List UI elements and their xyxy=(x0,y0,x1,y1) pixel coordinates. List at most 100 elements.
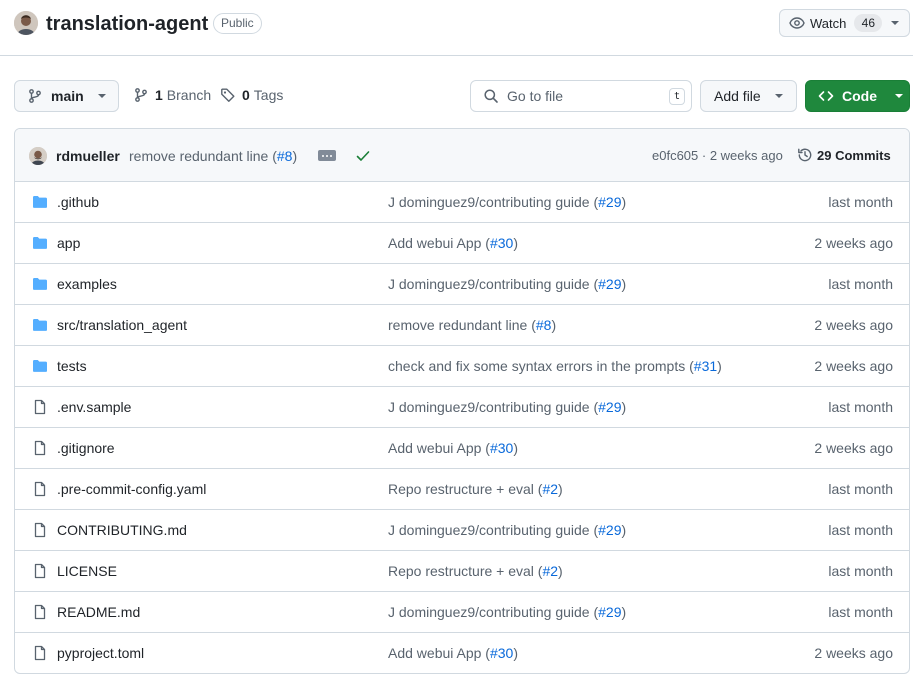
file-name-link[interactable]: tests xyxy=(57,358,87,374)
tags-link[interactable]: 0 Tags xyxy=(220,87,283,103)
file-commit-end: ) xyxy=(551,317,557,333)
file-row[interactable]: CONTRIBUTING.md J dominguez9/contributing… xyxy=(15,510,909,551)
file-commit-date: last month xyxy=(828,399,893,415)
file-commit-end: ) xyxy=(513,440,518,456)
pr-link[interactable]: #2 xyxy=(542,563,558,579)
tag-icon xyxy=(221,88,235,102)
file-icon xyxy=(31,481,49,497)
code-button[interactable]: Code xyxy=(805,80,910,112)
file-commit-text: Repo restructure + eval ( xyxy=(388,563,543,579)
file-commit-message[interactable]: Add webui App (#30) xyxy=(388,235,518,251)
add-file-button[interactable]: Add file xyxy=(700,80,797,112)
file-name-link[interactable]: .pre-commit-config.yaml xyxy=(57,481,206,497)
file-commit-message[interactable]: Add webui App (#30) xyxy=(388,440,518,456)
file-name-link[interactable]: app xyxy=(57,235,80,251)
file-commit-text: remove redundant line ( xyxy=(388,317,536,333)
folder-icon xyxy=(31,276,49,292)
watch-label: Watch xyxy=(810,15,847,31)
repo-name[interactable]: translation-agent xyxy=(46,10,208,38)
file-commit-text: check and fix some syntax errors in the … xyxy=(388,358,694,374)
repo-header: translation-agent Public Watch 46 xyxy=(0,0,913,56)
folder-icon xyxy=(31,317,49,333)
file-icon xyxy=(31,604,49,620)
branches-link[interactable]: 1 Branch xyxy=(133,87,211,103)
code-icon xyxy=(818,91,834,101)
file-name-link[interactable]: examples xyxy=(57,276,117,292)
pr-link[interactable]: #8 xyxy=(277,148,293,164)
commit-message-end: ) xyxy=(292,148,298,164)
file-commit-message[interactable]: Add webui App (#30) xyxy=(388,645,518,661)
file-commit-end: ) xyxy=(621,276,627,292)
file-row[interactable]: app Add webui App (#30) 2 weeks ago xyxy=(15,223,909,264)
expand-commit-button[interactable] xyxy=(318,150,336,161)
file-name-link[interactable]: .github xyxy=(57,194,99,210)
branches-count: 1 xyxy=(155,87,163,103)
file-commit-date: 2 weeks ago xyxy=(814,317,893,333)
file-name-link[interactable]: pyproject.toml xyxy=(57,645,144,661)
pr-link[interactable]: #29 xyxy=(598,604,621,620)
pr-link[interactable]: #29 xyxy=(598,522,621,538)
pr-link[interactable]: #29 xyxy=(598,194,621,210)
add-file-label: Add file xyxy=(714,88,761,104)
file-commit-message[interactable]: J dominguez9/contributing guide (#29) xyxy=(388,276,626,292)
file-commit-message[interactable]: check and fix some syntax errors in the … xyxy=(388,358,722,374)
check-icon[interactable] xyxy=(355,148,371,164)
pr-link[interactable]: #31 xyxy=(694,358,717,374)
commits-count-label: 29 Commits xyxy=(817,147,891,163)
history-icon xyxy=(798,148,812,162)
file-commit-message[interactable]: J dominguez9/contributing guide (#29) xyxy=(388,399,626,415)
file-commit-text: Add webui App ( xyxy=(388,235,490,251)
owner-avatar[interactable] xyxy=(14,11,38,35)
pr-link[interactable]: #29 xyxy=(598,399,621,415)
file-name-link[interactable]: src/translation_agent xyxy=(57,317,187,333)
file-row[interactable]: .gitignore Add webui App (#30) 2 weeks ago xyxy=(15,428,909,469)
file-row[interactable]: .github J dominguez9/contributing guide (… xyxy=(15,182,909,223)
file-row[interactable]: .env.sample J dominguez9/contributing gui… xyxy=(15,387,909,428)
file-commit-message[interactable]: J dominguez9/contributing guide (#29) xyxy=(388,522,626,538)
file-commit-text: J dominguez9/contributing guide ( xyxy=(388,399,599,415)
file-row[interactable]: pyproject.toml Add webui App (#30) 2 weeks… xyxy=(15,633,909,673)
file-row[interactable]: examples J dominguez9/contributing guide … xyxy=(15,264,909,305)
pr-link[interactable]: #8 xyxy=(536,317,552,333)
search-input[interactable] xyxy=(507,88,657,104)
file-commit-message[interactable]: J dominguez9/contributing guide (#29) xyxy=(388,194,626,210)
file-commit-message[interactable]: Repo restructure + eval (#2) xyxy=(388,563,563,579)
file-commit-end: ) xyxy=(621,399,627,415)
branches-label: Branch xyxy=(166,87,212,103)
pr-link[interactable]: #2 xyxy=(542,481,558,497)
branch-selector[interactable]: main xyxy=(14,80,119,112)
file-commit-text: J dominguez9/contributing guide ( xyxy=(388,522,599,538)
file-name-link[interactable]: .env.sample xyxy=(57,399,131,415)
pr-link[interactable]: #30 xyxy=(490,440,513,456)
file-name-link[interactable]: README.md xyxy=(57,604,140,620)
file-commit-date: 2 weeks ago xyxy=(814,645,893,661)
file-commit-message[interactable]: Repo restructure + eval (#2) xyxy=(388,481,563,497)
chevron-down-icon[interactable] xyxy=(891,21,900,25)
commit-author[interactable]: rdmueller xyxy=(56,148,120,164)
file-commit-message[interactable]: remove redundant line (#8) xyxy=(388,317,556,333)
file-icon xyxy=(31,645,49,661)
file-row[interactable]: .pre-commit-config.yaml Repo restructure … xyxy=(15,469,909,510)
go-to-file-search[interactable]: t xyxy=(470,80,692,112)
file-icon xyxy=(31,440,49,456)
author-avatar[interactable] xyxy=(29,147,47,165)
pr-link[interactable]: #29 xyxy=(598,276,621,292)
file-row[interactable]: README.md J dominguez9/contributing guide… xyxy=(15,592,909,633)
file-name-link[interactable]: LICENSE xyxy=(57,563,117,579)
visibility-badge: Public xyxy=(213,13,262,34)
file-commit-text: J dominguez9/contributing guide ( xyxy=(388,604,599,620)
watch-button[interactable]: Watch 46 xyxy=(779,9,910,37)
latest-commit-bar: rdmueller remove redundant line (#8) e0f… xyxy=(15,129,909,182)
file-commit-message[interactable]: J dominguez9/contributing guide (#29) xyxy=(388,604,626,620)
commit-hash-time[interactable]: e0fc605 · 2 weeks ago xyxy=(652,148,783,163)
pr-link[interactable]: #30 xyxy=(490,235,513,251)
commit-message[interactable]: remove redundant line (#8) xyxy=(129,148,297,164)
file-name-link[interactable]: .gitignore xyxy=(57,440,115,456)
file-name-link[interactable]: CONTRIBUTING.md xyxy=(57,522,187,538)
pr-link[interactable]: #30 xyxy=(490,645,513,661)
file-row[interactable]: tests check and fix some syntax errors in… xyxy=(15,346,909,387)
file-row[interactable]: src/translation_agent remove redundant li… xyxy=(15,305,909,346)
code-label: Code xyxy=(842,88,877,104)
file-row[interactable]: LICENSE Repo restructure + eval (#2) last … xyxy=(15,551,909,592)
commits-history-link[interactable]: 29 Commits xyxy=(797,147,891,163)
